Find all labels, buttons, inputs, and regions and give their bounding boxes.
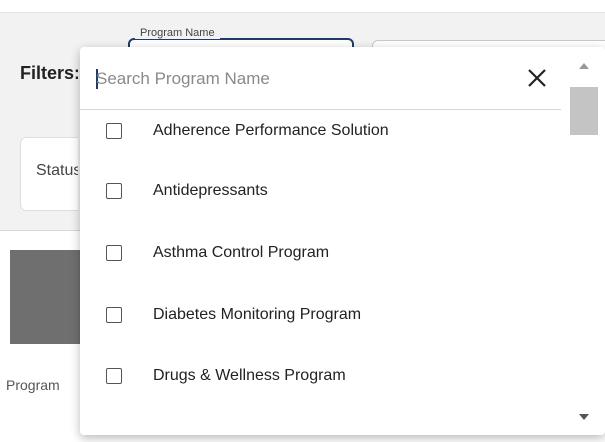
program-name-dropdown: Adherence Performance Solution Antidepre… xyxy=(80,47,605,435)
checkbox[interactable] xyxy=(106,245,122,261)
list-item[interactable]: Asthma Control Program xyxy=(80,239,561,269)
scroll-up-arrow-icon[interactable] xyxy=(579,63,589,69)
item-label: Adherence Performance Solution xyxy=(153,122,389,139)
item-label: Antidepressants xyxy=(153,182,268,199)
checkbox[interactable] xyxy=(106,123,122,139)
filters-label: Filters: xyxy=(20,63,78,83)
scroll-down-arrow-icon[interactable] xyxy=(579,414,589,420)
list-item[interactable]: Antidepressants xyxy=(80,177,561,207)
checkbox[interactable] xyxy=(106,307,122,323)
search-input[interactable] xyxy=(96,65,496,93)
checkbox[interactable] xyxy=(106,368,122,384)
list-item[interactable]: Adherence Performance Solution xyxy=(80,117,561,147)
program-name-filter-label: Program Name xyxy=(135,27,220,39)
close-icon[interactable] xyxy=(526,67,548,89)
item-label: Diabetes Monitoring Program xyxy=(153,306,362,323)
program-column-label: Program xyxy=(6,377,60,393)
top-bar xyxy=(0,0,605,13)
list-item[interactable]: Diabetes Monitoring Program xyxy=(80,301,561,331)
item-label: Drugs & Wellness Program xyxy=(153,367,346,384)
item-label: Asthma Control Program xyxy=(153,244,330,261)
checkbox[interactable] xyxy=(106,183,122,199)
scrollbar[interactable] xyxy=(567,47,605,435)
list-item[interactable]: Drugs & Wellness Program xyxy=(80,362,561,392)
left-clip: Filters: Status Program xyxy=(0,0,78,441)
program-list: Adherence Performance Solution Antidepre… xyxy=(80,109,561,435)
status-filter-label: Status xyxy=(36,162,78,179)
scroll-thumb[interactable] xyxy=(570,87,598,135)
search-row xyxy=(80,47,561,110)
